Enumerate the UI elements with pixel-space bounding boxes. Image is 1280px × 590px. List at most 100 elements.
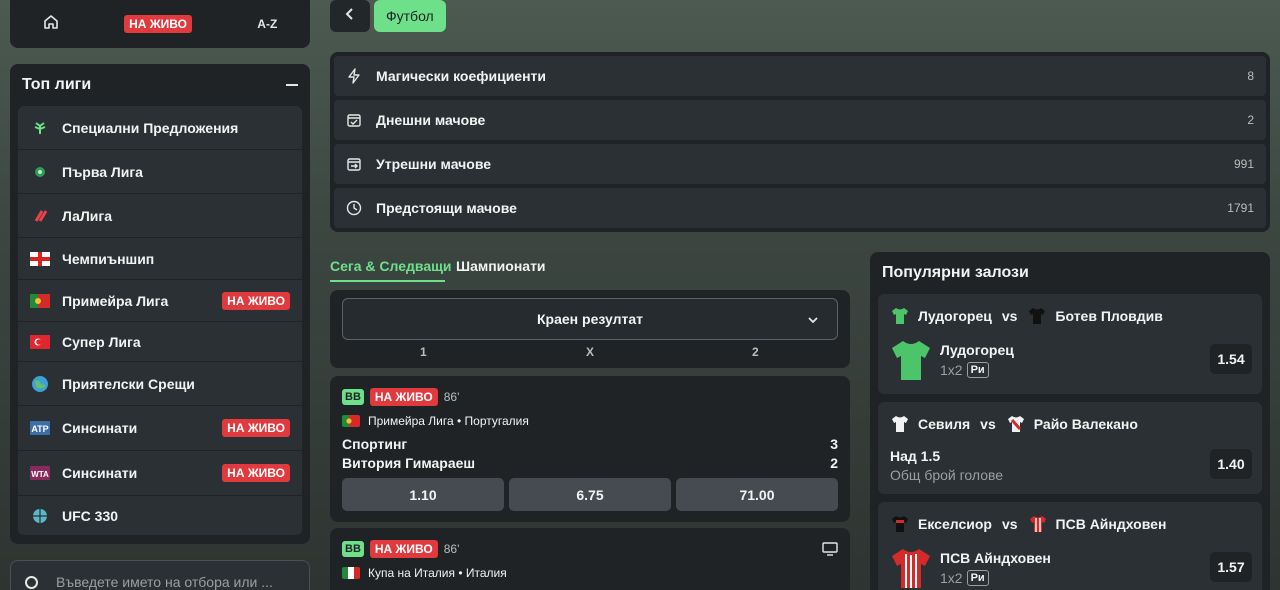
lightning-icon xyxy=(346,68,362,84)
svg-text:ATP: ATP xyxy=(31,424,48,434)
category-label: Утрешни мачове xyxy=(376,156,492,172)
league-label: Чемпиъншип xyxy=(62,250,155,267)
away-team: Витория Гимараеш xyxy=(342,455,476,471)
odd-button-1[interactable]: 1.10 xyxy=(342,478,504,511)
league-item-super-lig[interactable]: Супер Лига xyxy=(18,322,302,362)
live-nav-button[interactable]: НА ЖИВО xyxy=(124,15,192,33)
col-label-2: 2 xyxy=(752,345,759,359)
league-item-ufc[interactable]: UFC 330 xyxy=(18,496,302,536)
popular-bet-market-label: 1x2 xyxy=(940,570,963,586)
match-minute: 86' xyxy=(443,542,460,556)
turkey-flag-icon xyxy=(30,334,50,349)
category-today[interactable]: Днешни мачове 2 xyxy=(334,100,1266,140)
vs-label: vs xyxy=(1001,516,1018,532)
england-flag-icon xyxy=(30,251,50,266)
match-minute: 86' xyxy=(443,390,460,404)
league-label: Синсинати xyxy=(62,420,138,436)
popular-bet-card[interactable]: Лудогорец vs Ботев Пловдив Лудогорец 1x2… xyxy=(878,294,1262,394)
market-select[interactable]: Краен резултат xyxy=(342,298,838,340)
league-item-first-league[interactable]: Първа Лига xyxy=(18,150,302,194)
odd-button-x[interactable]: 6.75 xyxy=(509,478,671,511)
tab-now-next[interactable]: Сега & Следващи xyxy=(330,258,452,274)
popular-bet-market: Общ брой голове xyxy=(890,467,1004,483)
popular-bet-card[interactable]: Севиля vs Райо Валекано Над 1.5 Общ брой… xyxy=(878,402,1262,494)
league-label: ЛаЛига xyxy=(62,207,113,224)
categories-panel: Магически коефициенти 8 Днешни мачове 2 … xyxy=(330,52,1270,232)
league-item-cincinnati-wta[interactable]: WTA Синсинати НА ЖИВО xyxy=(18,451,302,496)
tv-stream-icon[interactable] xyxy=(822,542,838,561)
ufc-globe-icon xyxy=(30,508,50,523)
wta-icon: WTA xyxy=(30,466,50,480)
match-league: Примейра Лига • Португалия xyxy=(342,414,529,428)
popular-bet-pick: ПСВ Айндховен xyxy=(940,550,1051,566)
league-item-friendlies[interactable]: Приятелски Срещи xyxy=(18,362,302,406)
ri-tag: Ри xyxy=(966,570,989,586)
top-leagues-title: Топ лиги xyxy=(22,76,92,93)
tab-championships[interactable]: Шампионати xyxy=(456,258,546,274)
vs-label: vs xyxy=(980,416,996,432)
chevron-left-icon xyxy=(345,7,355,25)
az-nav-button[interactable]: A-Z xyxy=(257,17,277,31)
globe-icon xyxy=(30,375,50,392)
popular-bet-card[interactable]: Екселсиор vs ПСВ Айндховен ПСВ Айндховен… xyxy=(878,502,1262,590)
home-icon[interactable] xyxy=(43,14,59,35)
league-item-laliga[interactable]: ЛаЛига xyxy=(18,194,302,238)
top-leagues-panel: Топ лиги Специални Предложения Първа Лиг… xyxy=(10,64,310,544)
category-magic-odds[interactable]: Магически коефициенти 8 xyxy=(334,56,1266,96)
bet-builder-badge: BB xyxy=(342,541,364,557)
popular-bet-odd[interactable]: 1.40 xyxy=(1210,449,1252,479)
category-count: 8 xyxy=(1247,69,1254,83)
svg-text:WTA: WTA xyxy=(31,470,49,479)
sport-pill-football[interactable]: Футбол xyxy=(374,0,446,32)
category-upcoming[interactable]: Предстоящи мачове 1791 xyxy=(334,188,1266,228)
popular-bet-match: Лудогорец vs Ботев Пловдив xyxy=(890,306,1163,326)
league-item-special[interactable]: Специални Предложения xyxy=(18,106,302,150)
popular-bet-market: 1x2 Ри xyxy=(940,570,989,586)
away-team: Ботев Пловдив xyxy=(1055,308,1163,324)
portugal-flag-icon xyxy=(342,415,360,427)
home-team: Севиля xyxy=(918,416,971,432)
active-tab-indicator xyxy=(330,280,445,282)
calendar-check-icon xyxy=(346,112,362,128)
match-card[interactable]: BB НА ЖИВО 86' Купа на Италия • Италия xyxy=(330,528,850,590)
market-panel: Краен резултат 1 X 2 xyxy=(330,290,850,368)
league-label: Синсинати xyxy=(62,465,138,481)
odd-button-2[interactable]: 71.00 xyxy=(676,478,838,511)
league-item-primeira[interactable]: Примейра Лига НА ЖИВО xyxy=(18,280,302,322)
chevron-down-icon xyxy=(807,313,819,329)
back-button[interactable] xyxy=(330,0,370,32)
category-count: 2 xyxy=(1247,113,1254,127)
search-input[interactable]: Въведете името на отбора или ... xyxy=(56,574,273,590)
popular-bets-panel: Популярни залози Лудогорец vs Ботев Плов… xyxy=(870,252,1270,590)
market-select-value: Краен резултат xyxy=(537,311,643,327)
bet-builder-badge: BB xyxy=(342,389,364,405)
away-team: Райо Валекано xyxy=(1033,416,1138,432)
away-team: ПСВ Айндховен xyxy=(1055,516,1167,532)
popular-bet-odd[interactable]: 1.54 xyxy=(1210,344,1252,374)
away-score: 2 xyxy=(830,455,838,471)
laliga-icon xyxy=(30,209,50,223)
match-card[interactable]: BB НА ЖИВО 86' Примейра Лига • Португали… xyxy=(330,376,850,522)
league-label: Приятелски Срещи xyxy=(62,375,195,392)
league-item-championship[interactable]: Чемпиъншип xyxy=(18,238,302,280)
team-search[interactable]: Въведете името на отбора или ... xyxy=(10,560,310,590)
shirt-icon xyxy=(892,308,908,324)
shirt-icon xyxy=(1007,416,1024,432)
shirt-icon xyxy=(1029,516,1046,532)
search-icon xyxy=(25,575,38,589)
popular-bet-market: 1x2 Ри xyxy=(940,362,989,378)
calendar-arrow-icon xyxy=(346,156,362,172)
shirt-icon xyxy=(892,516,908,532)
league-item-cincinnati-atp[interactable]: ATP Синсинати НА ЖИВО xyxy=(18,406,302,451)
home-team-row: Спортинг 3 xyxy=(342,436,838,452)
collapse-icon[interactable] xyxy=(286,84,298,86)
live-badge: НА ЖИВО xyxy=(222,291,290,310)
home-score: 3 xyxy=(830,436,838,452)
italy-flag-icon xyxy=(342,567,360,579)
popular-bet-odd[interactable]: 1.57 xyxy=(1210,552,1252,582)
col-label-1: 1 xyxy=(420,345,427,359)
league-label: Супер Лига xyxy=(62,333,141,350)
away-team-row: Витория Гимараеш 2 xyxy=(342,455,838,471)
kit-icon xyxy=(892,549,930,588)
category-tomorrow[interactable]: Утрешни мачове 991 xyxy=(334,144,1266,184)
